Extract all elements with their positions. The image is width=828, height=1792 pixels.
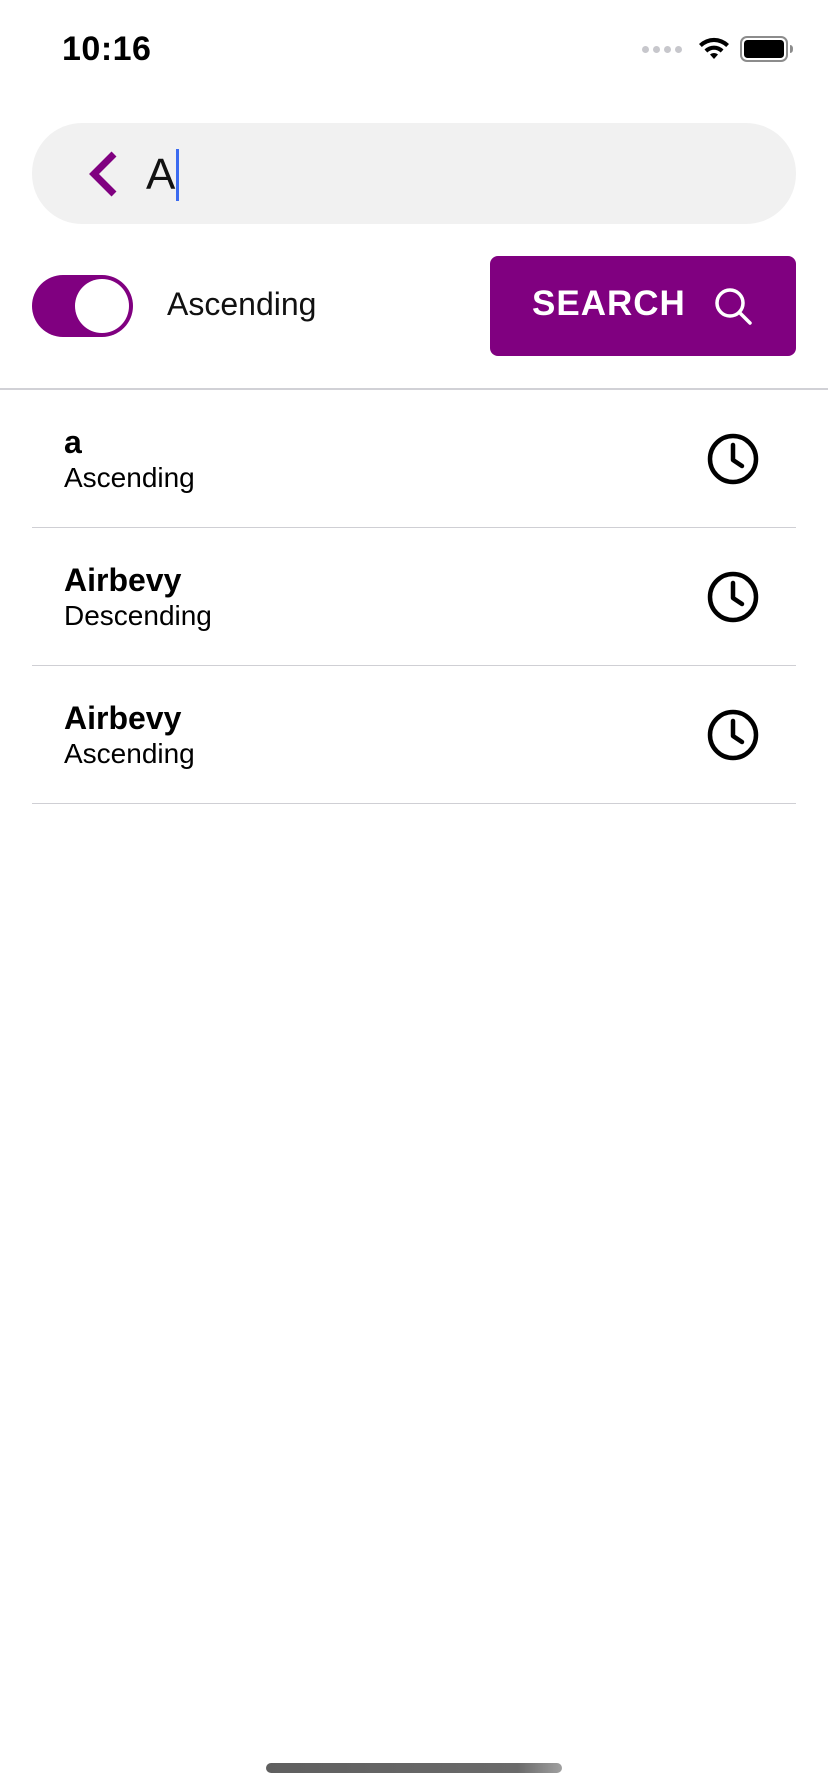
clock-icon: [707, 433, 759, 485]
cellular-signal-icon: [642, 45, 682, 53]
history-item[interactable]: Airbevy Ascending: [32, 666, 796, 804]
text-caret: [176, 149, 180, 201]
home-indicator[interactable]: [266, 1763, 562, 1773]
history-item-title: Airbevy: [64, 562, 182, 598]
sort-order-label: Ascending: [167, 286, 317, 322]
search-button[interactable]: SEARCH: [490, 256, 796, 356]
wifi-icon: [699, 37, 729, 59]
status-time: 10:16: [62, 30, 152, 68]
history-item-title: Airbevy: [64, 700, 182, 736]
battery-icon: [740, 36, 793, 62]
search-screen: 10:16 A Ascending SEARCH a Ascending Air…: [0, 0, 828, 1792]
history-item-subtitle: Ascending: [64, 738, 195, 769]
search-query-text: A: [146, 150, 176, 199]
chevron-left-icon[interactable]: [86, 150, 122, 198]
history-item-subtitle: Descending: [64, 600, 212, 631]
search-history-list: a Ascending Airbevy Descending Airbevy A…: [0, 390, 828, 804]
search-icon: [715, 288, 752, 325]
history-item[interactable]: a Ascending: [32, 390, 796, 528]
status-bar: 10:16: [0, 0, 828, 100]
search-button-label: SEARCH: [532, 284, 686, 323]
history-item-subtitle: Ascending: [64, 462, 195, 493]
sort-order-toggle[interactable]: [32, 275, 133, 337]
status-icons: [642, 36, 794, 62]
history-item[interactable]: Airbevy Descending: [32, 528, 796, 666]
clock-icon: [707, 571, 759, 623]
search-input[interactable]: A: [146, 148, 180, 202]
toggle-knob: [75, 279, 129, 333]
clock-icon: [707, 709, 759, 761]
history-item-title: a: [64, 424, 82, 460]
